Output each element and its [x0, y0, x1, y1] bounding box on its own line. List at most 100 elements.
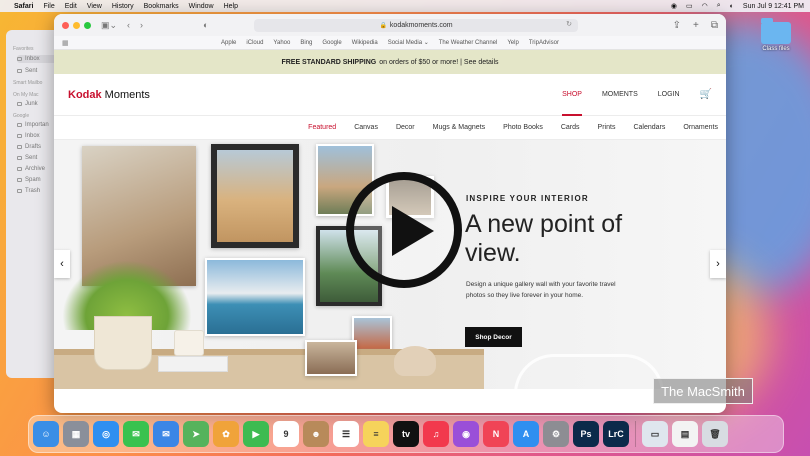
category-photo-books[interactable]: Photo Books — [503, 124, 543, 131]
document-icon[interactable]: ▤ — [672, 421, 698, 447]
dock: ☺ ▦ ◎ ✉ ✉ ➤ ✿ ▶ 9 ☻ ☰ ≡ tv ♫ ◉ N A ⚙ Ps … — [28, 415, 784, 453]
search-icon[interactable]: ⌕ — [717, 2, 721, 10]
photoshop-icon[interactable]: Ps — [573, 421, 599, 447]
menu-clock[interactable]: Sun Jul 9 12:41 PM — [743, 3, 804, 10]
video-play-icon[interactable] — [346, 172, 462, 288]
favorite-link[interactable]: Google — [322, 40, 341, 46]
hero-books — [158, 356, 228, 372]
finder-icon[interactable]: ☺ — [33, 421, 59, 447]
mail-item-label: Archive — [25, 166, 46, 172]
hero-crib — [514, 354, 664, 389]
logo-moments: Moments — [101, 88, 150, 101]
nav-login[interactable]: LOGIN — [658, 91, 680, 98]
favorites-bar: ▦ Apple iCloud Yahoo Bing Google Wikiped… — [54, 36, 726, 50]
address-bar[interactable]: 🔒 kodakmoments.com ↻ — [254, 19, 578, 32]
lightroom-classic-icon[interactable]: LrC — [603, 421, 629, 447]
share-icon[interactable]: ⇪ — [673, 20, 681, 31]
safari-icon[interactable]: ◎ — [93, 421, 119, 447]
promo-banner[interactable]: FREE STANDARD SHIPPING on orders of $50 … — [54, 50, 726, 74]
favorite-link[interactable]: Apple — [221, 40, 236, 46]
reminders-icon[interactable]: ☰ — [333, 421, 359, 447]
favorite-link[interactable]: The Weather Channel — [439, 40, 498, 46]
favorite-link[interactable]: iCloud — [246, 40, 263, 46]
category-ornaments[interactable]: Ornaments — [683, 124, 718, 131]
favorites-grid-icon[interactable]: ▦ — [62, 39, 69, 47]
category-bar: Featured Canvas Decor Mugs & Magnets Pho… — [54, 116, 726, 140]
carousel-prev-button[interactable]: ‹ — [54, 250, 70, 278]
close-window-button[interactable] — [62, 21, 69, 29]
back-icon[interactable]: ‹ — [127, 20, 130, 30]
hero-copy: Design a unique gallery wall with your f… — [466, 281, 616, 299]
favorite-link[interactable]: Bing — [300, 40, 312, 46]
hero-vase — [394, 346, 436, 376]
hero-photo-friends — [305, 340, 357, 376]
zoom-window-button[interactable] — [84, 21, 91, 29]
cart-icon[interactable]: 🛒 — [700, 89, 712, 100]
messages-icon[interactable]: ✉ — [123, 421, 149, 447]
category-featured[interactable]: Featured — [308, 124, 336, 131]
record-icon[interactable]: ◉ — [671, 2, 677, 10]
favorite-link[interactable]: Wikipedia — [352, 40, 378, 46]
menu-bookmarks[interactable]: Bookmarks — [144, 3, 179, 10]
preview-icon[interactable]: ▭ — [642, 421, 668, 447]
hero-cup — [174, 330, 204, 356]
menu-edit[interactable]: Edit — [65, 3, 77, 10]
favorite-link[interactable]: Yahoo — [273, 40, 290, 46]
site-logo[interactable]: Kodak Moments — [68, 89, 150, 101]
news-icon[interactable]: N — [483, 421, 509, 447]
hero-photo-desert — [211, 144, 299, 248]
wifi-icon[interactable]: ◠ — [702, 2, 708, 10]
archive-icon — [17, 167, 22, 171]
control-center-icon[interactable]: ◐ — [730, 3, 734, 10]
favorite-link[interactable]: Yelp — [507, 40, 518, 46]
important-icon — [17, 123, 22, 127]
launchpad-icon[interactable]: ▦ — [63, 421, 89, 447]
menu-view[interactable]: View — [87, 3, 102, 10]
sidebar-toggle-icon[interactable]: ▣⌄ — [101, 20, 117, 31]
shop-decor-button[interactable]: Shop Decor — [465, 327, 522, 347]
mail-item-label: Drafts — [25, 144, 42, 150]
music-icon[interactable]: ♫ — [423, 421, 449, 447]
desktop-folder[interactable]: Class files — [758, 18, 794, 52]
nav-moments[interactable]: MOMENTS — [602, 91, 638, 98]
reload-icon[interactable]: ↻ — [566, 20, 572, 28]
menu-window[interactable]: Window — [189, 3, 214, 10]
new-tab-icon[interactable]: + — [693, 20, 699, 31]
carousel-next-button[interactable]: › — [710, 250, 726, 278]
forward-icon[interactable]: › — [140, 20, 143, 30]
menu-file[interactable]: File — [43, 3, 54, 10]
podcasts-icon[interactable]: ◉ — [453, 421, 479, 447]
system-settings-icon[interactable]: ⚙ — [543, 421, 569, 447]
mail-item-label: Sent — [25, 155, 38, 161]
category-cards[interactable]: Cards — [561, 124, 580, 131]
category-mugs-magnets[interactable]: Mugs & Magnets — [433, 124, 486, 131]
menu-help[interactable]: Help — [224, 3, 238, 10]
contacts-icon[interactable]: ☻ — [303, 421, 329, 447]
category-decor[interactable]: Decor — [396, 124, 415, 131]
nav-shop[interactable]: SHOP — [562, 74, 582, 116]
battery-icon[interactable]: ▭ — [686, 2, 693, 10]
maps-icon[interactable]: ➤ — [183, 421, 209, 447]
app-store-icon[interactable]: A — [513, 421, 539, 447]
tab-overview-icon[interactable]: ⧉ — [711, 20, 718, 31]
spam-icon — [17, 178, 22, 182]
privacy-shield-icon[interactable]: ◐ — [203, 20, 208, 30]
menu-safari[interactable]: Safari — [14, 3, 33, 10]
mail-item-label: Inbox — [25, 133, 40, 139]
favorite-link[interactable]: TripAdvisor — [529, 40, 559, 46]
minimize-window-button[interactable] — [73, 21, 80, 29]
photos-icon[interactable]: ✿ — [213, 421, 239, 447]
facetime-icon[interactable]: ▶ — [243, 421, 269, 447]
menu-history[interactable]: History — [112, 3, 134, 10]
notes-icon[interactable]: ≡ — [363, 421, 389, 447]
favorite-link[interactable]: Social Media ⌄ — [388, 39, 429, 46]
category-canvas[interactable]: Canvas — [354, 124, 378, 131]
mail-icon[interactable]: ✉ — [153, 421, 179, 447]
apple-tv-icon[interactable]: tv — [393, 421, 419, 447]
hero-title: A new point of view. — [465, 210, 623, 267]
category-prints[interactable]: Prints — [598, 124, 616, 131]
calendar-icon[interactable]: 9 — [273, 421, 299, 447]
window-controls — [62, 21, 91, 29]
trash-icon[interactable]: 🗑 — [702, 421, 728, 447]
category-calendars[interactable]: Calendars — [633, 124, 665, 131]
